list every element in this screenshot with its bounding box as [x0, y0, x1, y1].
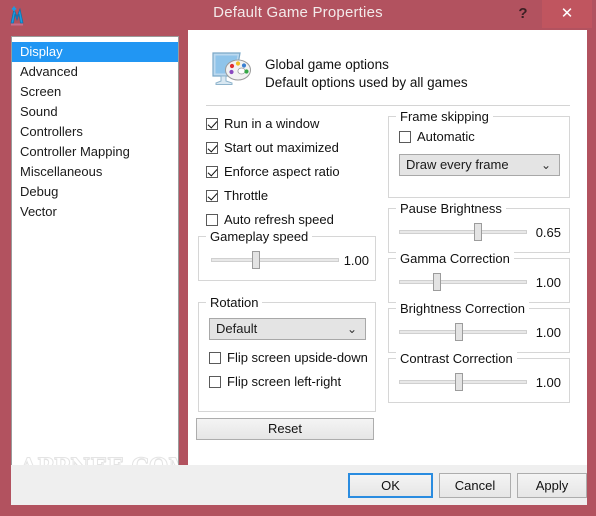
sidebar-item-controllers[interactable]: Controllers	[12, 122, 178, 142]
group-brightness-correction: Brightness Correction 1.00	[388, 301, 570, 353]
checkbox-enforce-aspect-ratio[interactable]: Enforce aspect ratio	[206, 164, 340, 179]
slider-brightness-correction[interactable]	[399, 323, 527, 341]
sidebar-item-display[interactable]: Display	[12, 42, 178, 62]
category-list[interactable]: Display Advanced Screen Sound Controller…	[11, 36, 179, 493]
slider-track	[211, 258, 339, 262]
monitor-palette-icon	[210, 50, 252, 88]
checkbox-box[interactable]	[209, 376, 221, 388]
checkbox-label: Auto refresh speed	[224, 212, 334, 227]
group-pause-brightness: Pause Brightness 0.65	[388, 201, 570, 253]
group-title-gamma-correction: Gamma Correction	[396, 251, 514, 266]
help-button[interactable]: ?	[507, 0, 539, 28]
reset-button[interactable]: Reset	[196, 418, 374, 440]
slider-thumb[interactable]	[433, 273, 442, 291]
apply-button[interactable]: Apply	[517, 473, 587, 498]
value-brightness-correction: 1.00	[535, 325, 561, 340]
title-bar: Default Game Properties ? ✕	[0, 0, 596, 31]
checkbox-box[interactable]	[206, 214, 218, 226]
chevron-down-icon: ⌄	[540, 158, 551, 172]
slider-thumb[interactable]	[455, 323, 464, 341]
sidebar-item-screen[interactable]: Screen	[12, 82, 178, 102]
checkbox-label: Throttle	[224, 188, 269, 203]
dialog-window: Default Game Properties ? ✕ Display Adva…	[0, 0, 596, 516]
value-gameplay-speed: 1.00	[343, 253, 369, 268]
checkbox-box[interactable]	[206, 118, 218, 130]
sidebar-item-advanced[interactable]: Advanced	[12, 62, 178, 82]
close-button[interactable]: ✕	[542, 0, 592, 28]
ok-button[interactable]: OK	[348, 473, 433, 498]
header-subtitle: Default options used by all games	[265, 75, 468, 90]
group-title-pause-brightness: Pause Brightness	[396, 201, 506, 216]
sidebar-item-miscellaneous[interactable]: Miscellaneous	[12, 162, 178, 182]
settings-panel: Global game options Default options used…	[188, 30, 587, 465]
slider-track	[399, 280, 527, 284]
group-title-rotation: Rotation	[206, 295, 263, 310]
slider-gamma-correction[interactable]	[399, 273, 527, 291]
dialog-footer: OK Cancel Apply	[11, 465, 587, 505]
rotation-dropdown[interactable]: Default ⌄	[209, 318, 366, 340]
chevron-down-icon: ⌄	[346, 322, 357, 336]
value-pause-brightness: 0.65	[535, 225, 561, 240]
checkbox-automatic[interactable]: Automatic	[399, 129, 475, 144]
slider-track	[399, 230, 527, 234]
group-title-frame-skipping: Frame skipping	[396, 109, 493, 124]
sidebar-item-debug[interactable]: Debug	[12, 182, 178, 202]
checkbox-box[interactable]	[209, 352, 221, 364]
checkbox-box[interactable]	[206, 142, 218, 154]
group-title-contrast-correction: Contrast Correction	[396, 351, 517, 366]
frame-skipping-selected-value: Draw every frame	[406, 157, 509, 172]
checkbox-label: Start out maximized	[224, 140, 339, 155]
group-title-brightness-correction: Brightness Correction	[396, 301, 529, 316]
checkbox-label: Run in a window	[224, 116, 320, 131]
checkbox-flip-screen-left-right[interactable]: Flip screen left-right	[209, 374, 341, 389]
header-divider	[206, 105, 570, 106]
slider-gameplay-speed[interactable]	[211, 251, 339, 269]
checkbox-label: Enforce aspect ratio	[224, 164, 340, 179]
value-gamma-correction: 1.00	[535, 275, 561, 290]
value-contrast-correction: 1.00	[535, 375, 561, 390]
slider-thumb[interactable]	[455, 373, 464, 391]
checkbox-flip-screen-upside-down[interactable]: Flip screen upside-down	[209, 350, 368, 365]
checkbox-auto-refresh-speed[interactable]: Auto refresh speed	[206, 212, 334, 227]
header-title: Global game options	[265, 57, 389, 72]
checkbox-label: Flip screen left-right	[227, 374, 342, 389]
checkbox-throttle[interactable]: Throttle	[206, 188, 268, 203]
checkbox-run-in-a-window[interactable]: Run in a window	[206, 116, 319, 131]
group-contrast-correction: Contrast Correction 1.00	[388, 351, 570, 403]
checkbox-box[interactable]	[206, 190, 218, 202]
cancel-button[interactable]: Cancel	[439, 473, 511, 498]
group-rotation: Rotation Default ⌄ Flip screen upside-do…	[198, 295, 376, 412]
checkbox-label: Flip screen upside-down	[227, 350, 368, 365]
group-gamma-correction: Gamma Correction 1.00	[388, 251, 570, 303]
slider-thumb[interactable]	[251, 251, 260, 269]
slider-pause-brightness[interactable]	[399, 223, 527, 241]
slider-thumb[interactable]	[474, 223, 483, 241]
checkbox-label: Automatic	[417, 129, 475, 144]
sidebar-item-sound[interactable]: Sound	[12, 102, 178, 122]
checkbox-box[interactable]	[399, 131, 411, 143]
frame-skipping-dropdown[interactable]: Draw every frame ⌄	[399, 154, 560, 176]
group-frame-skipping: Frame skipping Automatic Draw every fram…	[388, 109, 570, 198]
slider-contrast-correction[interactable]	[399, 373, 527, 391]
sidebar-item-vector[interactable]: Vector	[12, 202, 178, 222]
checkbox-box[interactable]	[206, 166, 218, 178]
group-title-gameplay-speed: Gameplay speed	[206, 229, 313, 244]
group-gameplay-speed: Gameplay speed 1.00	[198, 229, 376, 281]
checkbox-start-out-maximized[interactable]: Start out maximized	[206, 140, 339, 155]
sidebar-item-controller-mapping[interactable]: Controller Mapping	[12, 142, 178, 162]
rotation-selected-value: Default	[216, 321, 258, 336]
